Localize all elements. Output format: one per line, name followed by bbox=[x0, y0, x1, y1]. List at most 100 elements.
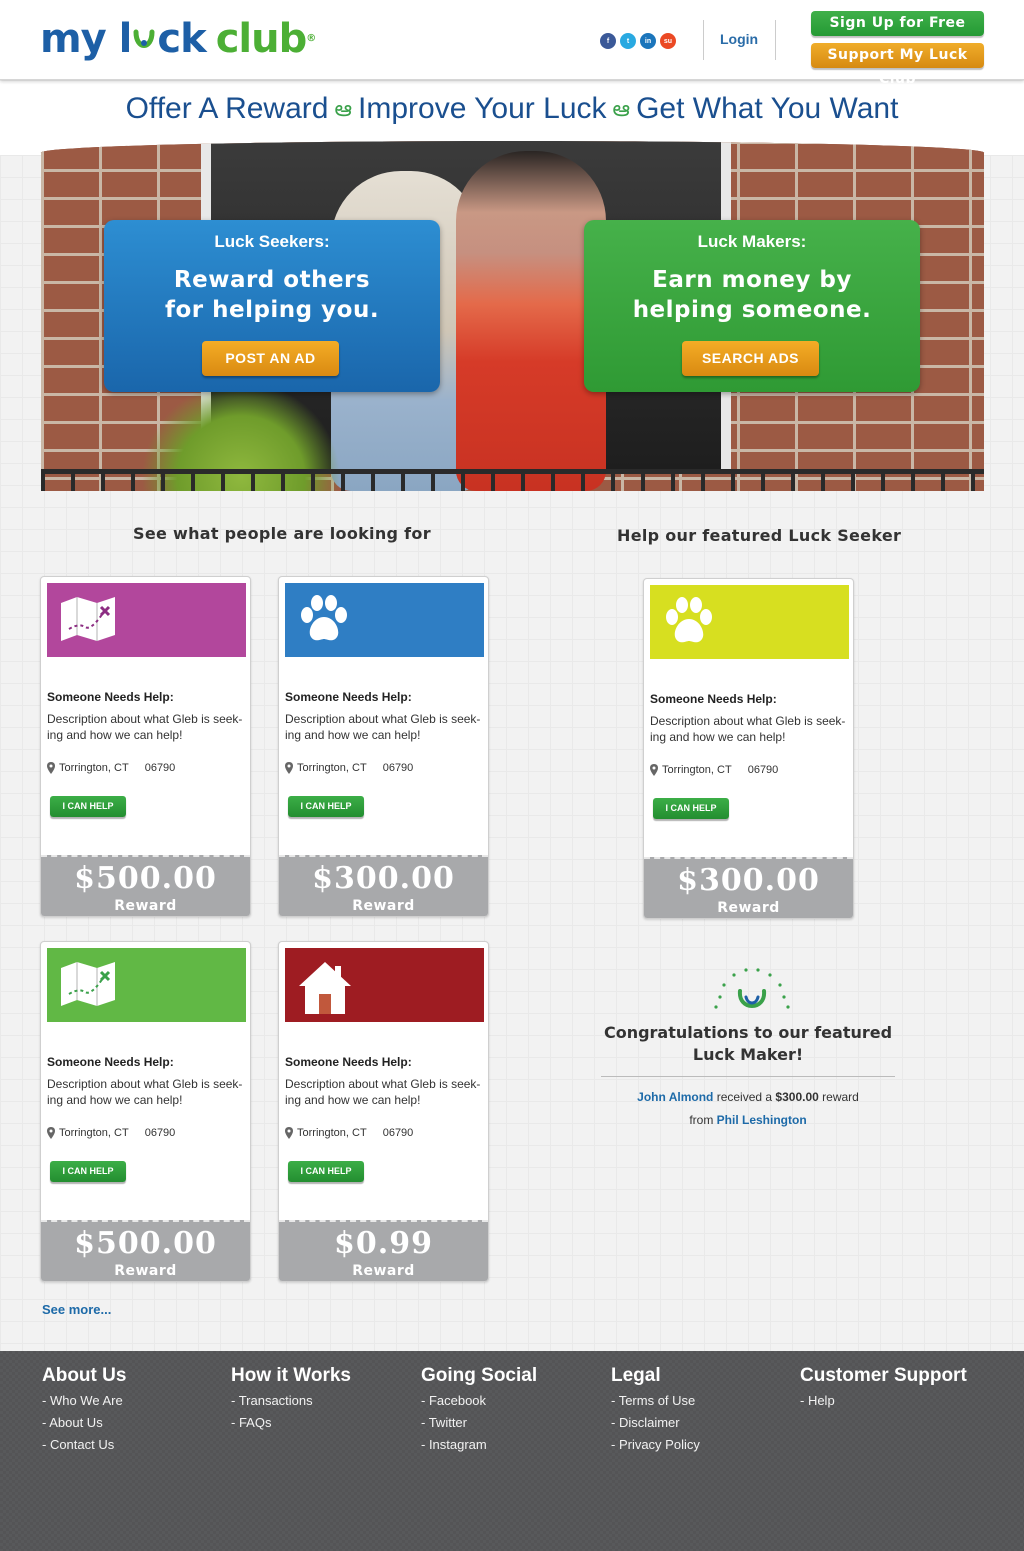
map-pin-icon bbox=[47, 762, 55, 774]
footer-link[interactable]: - About Us bbox=[42, 1412, 126, 1434]
hero-banner: Luck Seekers: Reward others for helping … bbox=[41, 141, 984, 491]
reward-amount: $0.99 bbox=[334, 1226, 433, 1261]
site-header: my l ck club® f t in su Login Sign Up for … bbox=[0, 0, 1024, 87]
reward-amount: $500.00 bbox=[74, 861, 217, 896]
ad-card[interactable]: Someone Needs Help: Description about wha… bbox=[40, 941, 251, 1282]
ad-location: Torrington, CT 06790 bbox=[47, 1127, 175, 1139]
footer-link[interactable]: - Disclaimer bbox=[611, 1412, 700, 1434]
ad-banner bbox=[47, 948, 246, 1022]
footer-heading: How it Works bbox=[231, 1365, 351, 1386]
ad-banner bbox=[285, 583, 484, 657]
ad-description: Description about what Gleb is seek-ing … bbox=[285, 1077, 481, 1107]
ad-description: Description about what Gleb is seek-ing … bbox=[47, 1077, 243, 1107]
divider bbox=[703, 20, 704, 60]
reward-amount: $500.00 bbox=[74, 1226, 217, 1261]
footer-heading: Legal bbox=[611, 1365, 661, 1386]
ad-description: Description about what Gleb is seek-ing … bbox=[47, 712, 243, 742]
footer-link[interactable]: - FAQs bbox=[231, 1412, 351, 1434]
i-can-help-button[interactable]: I CAN HELP bbox=[288, 1161, 364, 1182]
see-more-link[interactable]: See more... bbox=[42, 1302, 111, 1317]
ad-banner bbox=[47, 583, 246, 657]
facebook-icon[interactable]: f bbox=[600, 33, 616, 49]
signup-button[interactable]: Sign Up for Free bbox=[811, 11, 984, 36]
ad-heading: Someone Needs Help: bbox=[285, 690, 412, 704]
ad-description: Description about what Gleb is seek-ing … bbox=[285, 712, 481, 742]
footer-link[interactable]: - Privacy Policy bbox=[611, 1434, 700, 1456]
reward-label: Reward bbox=[114, 898, 177, 914]
horseshoe-separator-icon: ఆ bbox=[334, 96, 353, 121]
reward-box: $500.00 Reward bbox=[41, 855, 250, 916]
railing-image bbox=[41, 469, 984, 491]
ad-location: Torrington, CT 06790 bbox=[285, 762, 413, 774]
reward-label: Reward bbox=[352, 898, 415, 914]
ad-banner bbox=[650, 585, 849, 659]
ad-card[interactable]: Someone Needs Help: Description about wha… bbox=[40, 576, 251, 917]
footer-column: How it Works - Transactions - FAQs bbox=[231, 1365, 351, 1434]
ad-card[interactable]: Someone Needs Help: Description about wha… bbox=[278, 941, 489, 1282]
footer-link[interactable]: - Help bbox=[800, 1390, 967, 1412]
horseshoe-stars-icon bbox=[708, 967, 798, 1019]
footer-link[interactable]: - Instagram bbox=[421, 1434, 537, 1456]
site-logo[interactable]: my l ck club® bbox=[40, 14, 316, 64]
social-icons: f t in su bbox=[600, 33, 676, 49]
tagline: Offer A Reward ఆ Improve Your Luck ఆ Get Wha… bbox=[125, 92, 899, 125]
ad-location: Torrington, CT 06790 bbox=[650, 764, 778, 776]
luck-maker-text: from Phil Leshington bbox=[689, 1113, 807, 1127]
map-pin-icon bbox=[650, 764, 658, 776]
i-can-help-button[interactable]: I CAN HELP bbox=[653, 798, 729, 819]
i-can-help-button[interactable]: I CAN HELP bbox=[288, 796, 364, 817]
reward-amount: $300.00 bbox=[312, 861, 455, 896]
linkedin-icon[interactable]: in bbox=[640, 33, 656, 49]
reward-label: Reward bbox=[717, 900, 780, 916]
horseshoe-separator-icon: ఆ bbox=[612, 96, 631, 121]
ad-description: Description about what Gleb is seek-ing … bbox=[650, 714, 846, 744]
footer-heading: About Us bbox=[42, 1365, 127, 1386]
post-ad-button[interactable]: POST AN AD bbox=[202, 341, 339, 376]
section-title: See what people are looking for bbox=[133, 524, 431, 543]
giver-link[interactable]: Phil Leshington bbox=[717, 1113, 807, 1127]
luck-makers-card: Luck Makers: Earn money by helping someo… bbox=[584, 220, 920, 392]
footer-column: Legal - Terms of Use - Disclaimer - Privacy… bbox=[611, 1365, 700, 1456]
footer-link[interactable]: - Terms of Use bbox=[611, 1390, 700, 1412]
stumbleupon-icon[interactable]: su bbox=[660, 33, 676, 49]
reward-box: $300.00 Reward bbox=[644, 857, 853, 918]
ad-heading: Someone Needs Help: bbox=[47, 690, 174, 704]
site-footer: About Us - Who We Are - About Us - Contact … bbox=[0, 1351, 1024, 1551]
map-pin-icon bbox=[285, 762, 293, 774]
search-ads-button[interactable]: SEARCH ADS bbox=[682, 341, 819, 376]
section-title: Help our featured Luck Seeker bbox=[617, 526, 902, 545]
ad-location: Torrington, CT 06790 bbox=[285, 1127, 413, 1139]
ad-heading: Someone Needs Help: bbox=[650, 692, 777, 706]
footer-heading: Going Social bbox=[421, 1365, 538, 1386]
luck-maker-title: Congratulations to our featured Luck Mak… bbox=[603, 1023, 893, 1064]
luck-seekers-card: Luck Seekers: Reward others for helping … bbox=[104, 220, 440, 392]
footer-heading: Customer Support bbox=[800, 1365, 967, 1386]
ad-card[interactable]: Someone Needs Help: Description about wha… bbox=[278, 576, 489, 917]
twitter-icon[interactable]: t bbox=[620, 33, 636, 49]
reward-amount: $300.00 bbox=[677, 863, 820, 898]
horseshoe-logo-icon bbox=[132, 18, 156, 48]
footer-link[interactable]: - Twitter bbox=[421, 1412, 537, 1434]
ad-heading: Someone Needs Help: bbox=[285, 1055, 412, 1069]
i-can-help-button[interactable]: I CAN HELP bbox=[50, 1161, 126, 1182]
reward-label: Reward bbox=[352, 1263, 415, 1279]
footer-link[interactable]: - Facebook bbox=[421, 1390, 537, 1412]
footer-link[interactable]: - Transactions bbox=[231, 1390, 351, 1412]
footer-link[interactable]: - Who We Are bbox=[42, 1390, 126, 1412]
reward-box: $500.00 Reward bbox=[41, 1220, 250, 1281]
ad-heading: Someone Needs Help: bbox=[47, 1055, 174, 1069]
ad-banner bbox=[285, 948, 484, 1022]
recipient-link[interactable]: John Almond bbox=[637, 1090, 713, 1104]
featured-ad-card[interactable]: Someone Needs Help: Description about wha… bbox=[643, 578, 854, 919]
i-can-help-button[interactable]: I CAN HELP bbox=[50, 796, 126, 817]
footer-link[interactable]: - Contact Us bbox=[42, 1434, 126, 1456]
reward-label: Reward bbox=[114, 1263, 177, 1279]
footer-column: Going Social - Facebook - Twitter - Instagr… bbox=[421, 1365, 537, 1456]
reward-box: $300.00 Reward bbox=[279, 855, 488, 916]
footer-column: Customer Support - Help bbox=[800, 1365, 967, 1412]
support-button[interactable]: Support My Luck Club bbox=[811, 43, 984, 87]
divider bbox=[775, 20, 776, 60]
divider bbox=[601, 1076, 895, 1077]
reward-box: $0.99 Reward bbox=[279, 1220, 488, 1281]
login-link[interactable]: Login bbox=[720, 31, 758, 47]
